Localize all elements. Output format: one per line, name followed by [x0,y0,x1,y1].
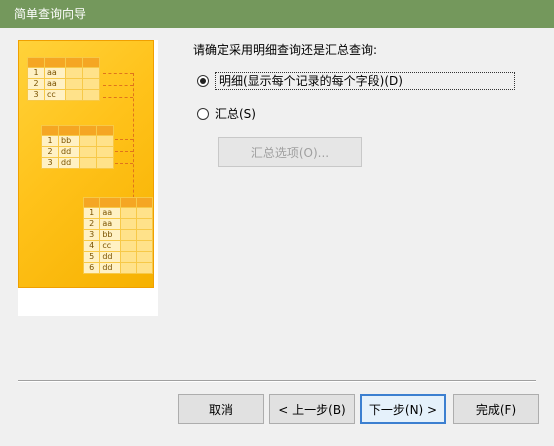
illus-cell: aa [99,207,121,219]
wizard-illustration: 1 aa 2 aa 3 cc 1 bb 2 dd 3 dd 1 aa 2 aa … [18,40,158,316]
illus-cell: 1 [82,207,101,219]
connector-line [103,97,133,98]
connector-line [115,151,133,152]
summary-option[interactable]: 汇总(S) [197,105,256,122]
window-title: 简单查询向导 [0,0,554,28]
illus-cell: cc [99,240,121,252]
illus-table-1: 1 aa 2 aa 3 cc [27,57,100,101]
illus-cell: 4 [82,240,101,252]
illus-cell: 3 [41,157,59,169]
illus-cell: 6 [82,262,101,274]
next-button[interactable]: 下一步(N) > [360,394,446,424]
finish-button[interactable]: 完成(F) [453,394,539,424]
illus-cell: 1 [41,135,59,147]
detail-option-label[interactable]: 明细(显示每个记录的每个字段)(D) [215,72,515,90]
wizard-dialog: 1 aa 2 aa 3 cc 1 bb 2 dd 3 dd 1 aa 2 aa … [0,28,554,446]
illus-cell: dd [58,146,80,158]
detail-option[interactable]: 明细(显示每个记录的每个字段)(D) [197,72,515,90]
summary-option-label[interactable]: 汇总(S) [215,105,256,122]
illus-cell: 3 [82,229,101,241]
summary-radio-button[interactable] [197,107,209,120]
illus-cell: aa [99,218,121,230]
connector-line [103,85,133,86]
cancel-button[interactable]: 取消 [178,394,264,424]
illus-cell: 5 [82,251,101,263]
illus-cell: 2 [41,146,59,158]
back-button[interactable]: < 上一步(B) [269,394,355,424]
connector-line [115,139,133,140]
detail-radio-button[interactable] [197,75,209,87]
illus-cell: dd [99,251,121,263]
illus-cell: bb [99,229,121,241]
query-type-prompt: 请确定采用明细查询还是汇总查询: [193,43,378,57]
separator-line [18,380,536,382]
summary-options-button[interactable]: 汇总选项(O)... [218,137,362,167]
illus-table-2: 1 bb 2 dd 3 dd [41,125,114,169]
illus-cell: 1 [27,67,45,79]
illus-cell: 2 [82,218,101,230]
illus-cell: aa [44,67,66,79]
illus-cell: 3 [27,89,45,101]
connector-line [103,73,133,74]
illus-cell: dd [58,157,80,169]
illus-cell: aa [44,78,66,90]
connector-line [115,163,133,164]
illustration-art: 1 aa 2 aa 3 cc 1 bb 2 dd 3 dd 1 aa 2 aa … [18,40,154,288]
illus-cell: dd [99,262,121,274]
illus-cell: cc [44,89,66,101]
radio-selected-dot [200,78,206,84]
illus-cell: 2 [27,78,45,90]
illus-cell: bb [58,135,80,147]
illus-table-3: 1 aa 2 aa 3 bb 4 cc 5 dd 6 dd [82,197,153,274]
